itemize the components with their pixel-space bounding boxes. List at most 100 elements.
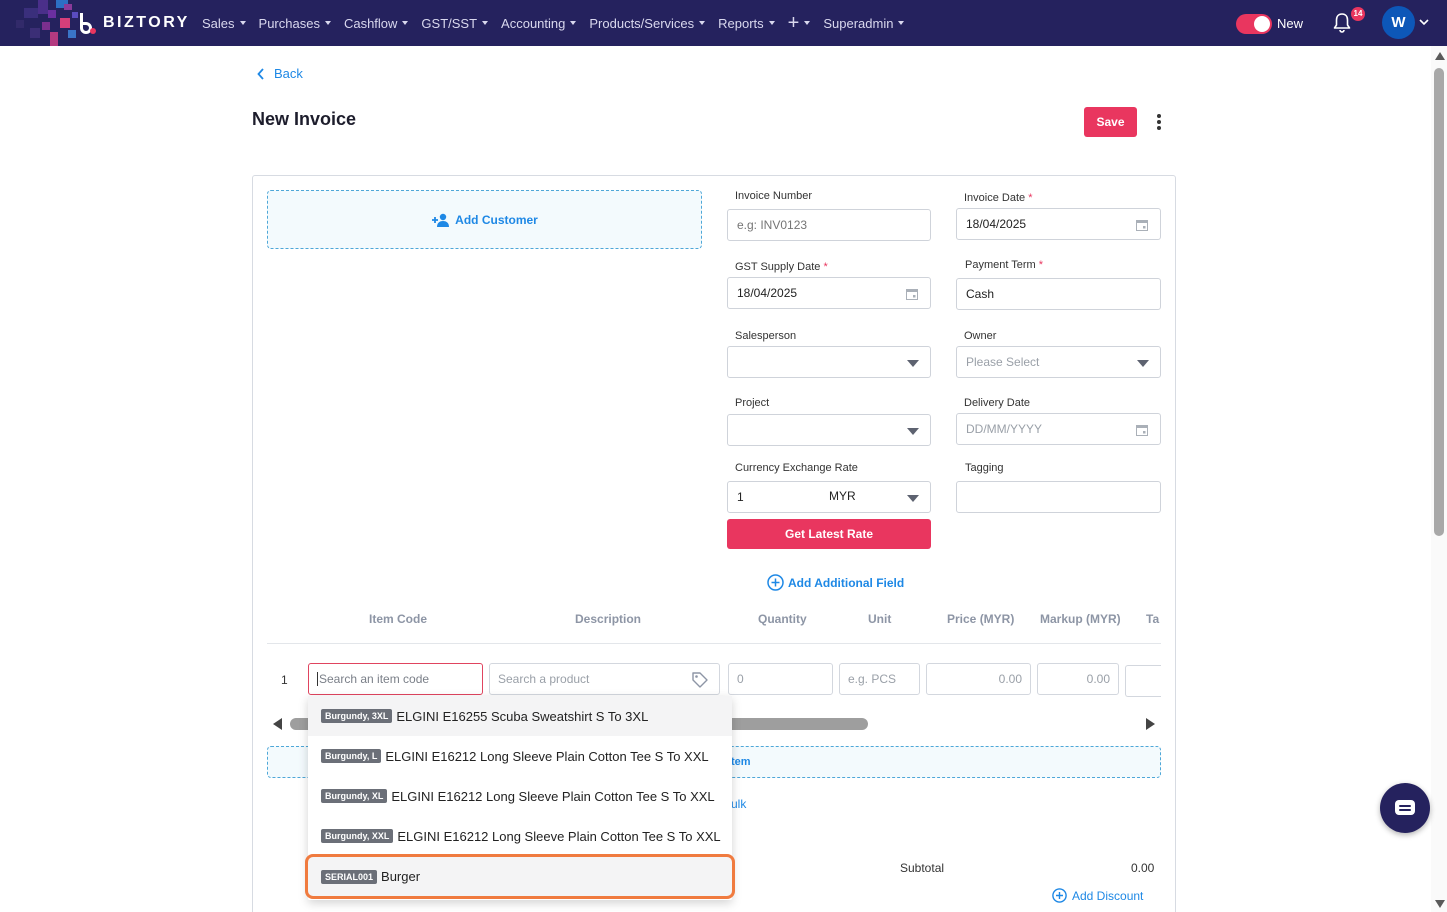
chevron-down-icon [239,21,246,25]
invoice-date-value: 18/04/2025 [966,217,1027,231]
gst-supply-date-field[interactable]: 18/04/2025 [727,277,931,309]
variant-chip: SERIAL001 [321,869,378,884]
save-button[interactable]: Save [1084,107,1137,137]
add-bulk-link[interactable]: ulk [731,797,746,811]
nav-purchases[interactable]: Purchases [259,16,331,31]
chevron-down-icon [898,21,905,25]
nav-accounting-label: Accounting [501,15,566,31]
col-price: Price (MYR) [947,612,1015,626]
top-navbar: BIZTORY Sales Purchases Cashflow GST/SST… [0,0,1447,46]
price-input[interactable]: 0.00 [926,663,1031,695]
invoice-date-field[interactable]: 18/04/2025 [956,208,1161,240]
chevron-down-icon[interactable] [1419,17,1429,27]
project-select[interactable] [727,414,931,446]
markup-placeholder: 0.00 [1086,672,1110,686]
add-customer-button[interactable]: Add Customer [267,190,702,249]
scroll-left-arrow-icon[interactable] [273,718,282,730]
product-search-placeholder: Search a product [498,672,590,686]
quantity-input[interactable]: 0 [728,663,833,695]
dropdown-caret-icon [907,360,919,367]
payment-term-field[interactable]: Cash [956,278,1161,310]
add-additional-field-label: Add Additional Field [788,575,905,590]
invoice-date-label: Invoice Date * [964,192,1033,204]
unit-input[interactable]: e.g. PCS [839,663,920,695]
payment-term-label-text: Payment Term [965,259,1036,271]
scroll-right-arrow-icon[interactable] [1146,718,1155,730]
nav-superadmin[interactable]: Superadmin [823,16,905,31]
delivery-date-field[interactable]: DD/MM/YYYY [956,413,1161,445]
project-label: Project [735,397,770,409]
table-header-divider [267,643,1161,644]
dropdown-option[interactable]: Burgundy, XL ELGINI E16212 Long Sleeve P… [308,776,732,816]
dropdown-option[interactable]: Burgundy, L ELGINI E16212 Long Sleeve Pl… [308,736,732,776]
tag-icon[interactable] [691,671,709,689]
option-label: ELGINI E16212 Long Sleeve Plain Cotton T… [391,788,715,804]
item-code-search-input[interactable]: Search an item code [308,663,483,695]
dropdown-option[interactable]: Burgundy, 3XL ELGINI E16255 Scuba Sweats… [308,696,732,736]
salesperson-select[interactable] [727,346,931,378]
add-discount-button[interactable]: Add Discount [1052,888,1143,903]
brand-logo[interactable]: BIZTORY [76,12,190,34]
nav-sales[interactable]: Sales [202,16,246,31]
page-scrollbar[interactable] [1431,46,1447,912]
nav-reports[interactable]: Reports [718,16,775,31]
tagging-label: Tagging [965,462,1004,474]
back-link[interactable]: Back [257,66,303,81]
scroll-up-arrow-icon[interactable] [1435,52,1445,60]
nav-gst-sst-label: GST/SST [421,15,478,31]
nav-quick-add[interactable]: + [788,13,811,33]
main-nav: Sales Purchases Cashflow GST/SST Account… [202,0,917,46]
bell-icon[interactable] [1332,12,1352,34]
page-title: New Invoice [252,109,357,129]
nav-gst-sst[interactable]: GST/SST [421,15,489,31]
scrollbar-thumb[interactable] [1434,68,1444,536]
markup-input[interactable]: 0.00 [1037,663,1119,695]
invoice-number-label: Invoice Number [735,190,813,202]
chevron-down-icon [402,21,409,25]
calendar-icon [1136,220,1148,231]
calendar-icon [1136,425,1148,436]
payment-term-value: Cash [966,287,995,301]
add-item-label: tem [731,756,751,768]
add-circle-icon [767,574,784,591]
dropdown-caret-icon [907,428,919,435]
chevron-down-icon [570,21,577,25]
chevron-down-icon [804,21,811,25]
unit-placeholder: e.g. PCS [848,672,897,686]
nav-cashflow-label: Cashflow [343,15,398,31]
price-placeholder: 0.00 [998,672,1022,686]
get-latest-rate-button[interactable]: Get Latest Rate [727,519,931,549]
nav-reports-label: Reports [718,15,764,31]
option-label: ELGINI E16255 Scuba Sweatshirt S To 3XL [396,708,649,724]
owner-label: Owner [964,330,997,342]
chat-support-button[interactable] [1380,783,1430,833]
dropdown-option[interactable]: Burgundy, XXL ELGINI E16212 Long Sleeve … [308,816,732,856]
tagging-input[interactable] [956,481,1161,513]
owner-select[interactable]: Please Select [956,346,1161,378]
add-additional-field-button[interactable]: Add Additional Field [767,574,904,591]
option-label: ELGINI E16212 Long Sleeve Plain Cotton T… [397,828,721,844]
product-search-input[interactable]: Search a product [489,663,720,695]
delivery-date-label: Delivery Date [964,397,1031,409]
owner-placeholder: Please Select [966,355,1040,369]
currency-exchange-rate-field[interactable]: 1 MYR [727,481,931,513]
nav-products-services[interactable]: Products/Services [589,15,706,31]
scroll-down-arrow-icon[interactable] [1435,900,1445,908]
more-options-icon[interactable] [1154,114,1164,130]
tax-input[interactable] [1125,665,1161,697]
dropdown-caret-icon [907,495,919,502]
invoice-number-input[interactable] [727,209,931,241]
chevron-down-icon [768,21,775,25]
delivery-date-placeholder: DD/MM/YYYY [966,422,1043,436]
variant-chip: Burgundy, 3XL [321,709,393,723]
nav-products-services-label: Products/Services [589,15,695,31]
dropdown-option[interactable]: SERIAL001 Burger [308,857,732,896]
variant-chip: Burgundy, XXL [321,829,394,843]
new-ui-toggle[interactable] [1236,14,1272,34]
highlighted-dropdown-option[interactable]: SERIAL001 Burger [305,854,735,899]
chat-icon [1395,800,1415,815]
nav-accounting[interactable]: Accounting [501,15,577,31]
nav-cashflow[interactable]: Cashflow [343,15,409,31]
option-label: ELGINI E16212 Long Sleeve Plain Cotton T… [385,748,709,764]
avatar[interactable]: W [1382,6,1415,39]
